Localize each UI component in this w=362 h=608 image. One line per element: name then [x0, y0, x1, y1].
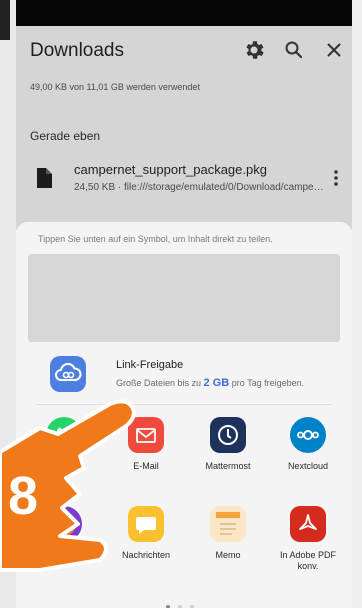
share-app-messages[interactable]: Nachrichten: [108, 506, 184, 561]
memo-icon: [210, 506, 246, 542]
email-icon: [128, 417, 164, 453]
share-app-label: Mattermost: [205, 461, 251, 471]
share-app-memo[interactable]: Memo: [190, 506, 266, 561]
adobe-pdf-icon: [290, 506, 326, 542]
more-vert-icon[interactable]: [328, 168, 344, 188]
close-icon[interactable]: [322, 38, 346, 62]
settings-gear-icon[interactable]: [242, 38, 266, 62]
messages-icon: [128, 506, 164, 542]
right-desktop-edge: [352, 0, 362, 608]
download-file-meta: 24,50 KB · file:///storage/emulated/0/Do…: [74, 182, 324, 193]
nextcloud-icon: [290, 417, 326, 453]
share-app-nextcloud[interactable]: Nextcloud: [270, 417, 346, 472]
page-indicator: [166, 596, 206, 608]
link-share-subtitle: Große Dateien bis zu 2 GB pro Tag freige…: [116, 377, 304, 389]
share-app-label: WhatsApp: [43, 461, 85, 471]
page-title: Downloads: [30, 40, 124, 61]
share-hint: Tippen Sie unten auf ein Symbol, um Inha…: [38, 234, 273, 244]
phone-screen: Downloads 49,00 KB von 11,01 GB werden v…: [16, 0, 352, 608]
storage-usage-text: 49,00 KB von 11,01 GB werden verwendet: [30, 82, 200, 92]
share-app-email[interactable]: E-Mail: [108, 417, 184, 472]
share-app-adobe-pdf[interactable]: In Adobe PDF konv.: [270, 506, 346, 572]
link-sub-text-end: pro Tag freigeben.: [229, 378, 305, 388]
share-app-label: Firefox: [50, 550, 78, 560]
downloads-header: Downloads 49,00 KB von 11,01 GB werden v…: [16, 26, 352, 230]
share-app-label: Nextcloud: [287, 461, 329, 471]
divider: [36, 404, 332, 405]
share-app-label: Nachrichten: [121, 550, 171, 560]
share-sheet: Tippen Sie unten auf ein Symbol, um Inha…: [16, 222, 352, 608]
share-app-whatsapp[interactable]: WhatsApp: [26, 417, 102, 472]
mattermost-icon: [210, 417, 246, 453]
link-sub-text: Große Dateien bis zu: [116, 378, 204, 388]
share-app-firefox[interactable]: Firefox: [26, 506, 102, 561]
file-icon: [36, 168, 52, 188]
direct-share-area: [28, 254, 340, 342]
link-share-title[interactable]: Link-Freigabe: [116, 359, 183, 371]
share-app-label: In Adobe PDF konv.: [279, 550, 337, 571]
link-sub-highlight: 2 GB: [203, 377, 230, 389]
share-app-mattermost[interactable]: Mattermost: [190, 417, 266, 472]
whatsapp-icon: [46, 417, 82, 453]
cloud-link-icon[interactable]: [50, 356, 86, 392]
dark-edge: [0, 0, 10, 40]
share-app-label: Memo: [215, 550, 241, 560]
status-bar: [16, 0, 352, 26]
firefox-icon: [46, 506, 82, 542]
left-desktop-edge: [0, 0, 16, 608]
search-icon[interactable]: [282, 38, 306, 62]
share-app-label: E-Mail: [133, 461, 159, 471]
section-label: Gerade eben: [30, 129, 101, 143]
download-file-name[interactable]: campernet_support_package.pkg: [74, 162, 267, 177]
